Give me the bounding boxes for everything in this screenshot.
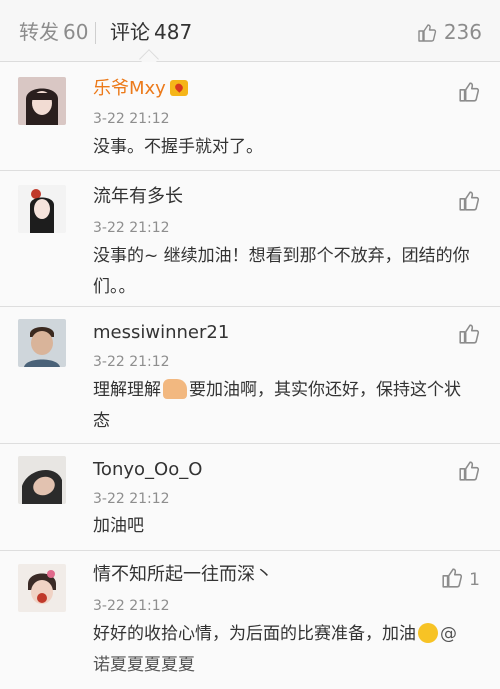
comment-item: 乐爷Mxy 3-22 21:12 没事。不握手就对了。 <box>0 62 500 171</box>
comment-tab-bar: 转发 60 评论 487 236 <box>0 0 500 69</box>
tab-comments[interactable]: 评论 487 <box>110 19 192 45</box>
comment-item: messiwinner21 3-22 21:12 理解理解 要加油啊，其实你还好，… <box>0 307 500 444</box>
comment-username[interactable]: messiwinner21 <box>93 321 229 345</box>
avatar[interactable] <box>18 185 66 233</box>
comment-item: 情不知所起一往而深丶 3-22 21:12 好好的收拾心情，为后面的比赛准备，加… <box>0 551 500 689</box>
comment-time: 3-22 21:12 <box>93 220 170 236</box>
comment-username[interactable]: 情不知所起一往而深丶 <box>93 563 273 587</box>
like-icon <box>458 81 480 107</box>
comment-text: 加油吧 <box>93 516 144 536</box>
comment-item: 流年有多长 3-22 21:12 没事的~ 继续加油！想看到那个不放弃，团结的你… <box>0 171 500 307</box>
like-icon <box>458 190 480 216</box>
comment-username[interactable]: 流年有多长 <box>93 185 183 209</box>
crying-emoji-icon <box>418 623 438 643</box>
like-icon <box>417 20 437 44</box>
comment-text: 好好的收拾心情，为后面的比赛准备，加油 @诺夏夏夏夏夏 <box>93 623 457 675</box>
avatar[interactable] <box>18 456 66 504</box>
comment-time: 3-22 21:12 <box>93 354 170 370</box>
tab-likes[interactable]: 236 <box>417 19 482 45</box>
tab-comments-count: 487 <box>154 20 193 44</box>
avatar[interactable] <box>18 77 66 125</box>
comment-text: 没事。不握手就对了。 <box>93 137 263 157</box>
like-icon <box>458 323 480 349</box>
tab-likes-count: 236 <box>443 20 482 44</box>
tab-reposts-label: 转发 <box>19 20 59 44</box>
comment-text: 理解理解 要加油啊，其实你还好，保持这个状态 <box>93 379 461 431</box>
thumbs-up-emoji-icon <box>163 379 187 399</box>
like-icon <box>441 567 463 593</box>
avatar[interactable] <box>18 564 66 612</box>
comment-like-button[interactable]: 1 <box>441 567 480 593</box>
tab-reposts-count: 60 <box>63 20 89 44</box>
comment-time: 3-22 21:12 <box>93 491 170 507</box>
tab-reposts[interactable]: 转发 60 <box>19 19 88 45</box>
comment-like-count: 1 <box>469 570 480 590</box>
comment-like-button[interactable] <box>458 190 480 216</box>
tab-divider <box>95 22 96 44</box>
comment-username[interactable]: 乐爷Mxy <box>93 77 188 101</box>
comment-time: 3-22 21:12 <box>93 111 170 127</box>
comment-text: 没事的~ 继续加油！想看到那个不放弃，团结的你们。。 <box>93 246 470 297</box>
comment-like-button[interactable] <box>458 460 480 486</box>
comment-like-button[interactable] <box>458 323 480 349</box>
vip-heart-icon <box>169 80 188 96</box>
avatar[interactable] <box>18 319 66 367</box>
comment-username[interactable]: Tonyo_Oo_O <box>93 458 202 482</box>
comment-like-button[interactable] <box>458 81 480 107</box>
like-icon <box>458 460 480 486</box>
tab-comments-label: 评论 <box>110 20 150 44</box>
comment-time: 3-22 21:12 <box>93 598 170 614</box>
comment-item: Tonyo_Oo_O 3-22 21:12 加油吧 <box>0 444 500 551</box>
